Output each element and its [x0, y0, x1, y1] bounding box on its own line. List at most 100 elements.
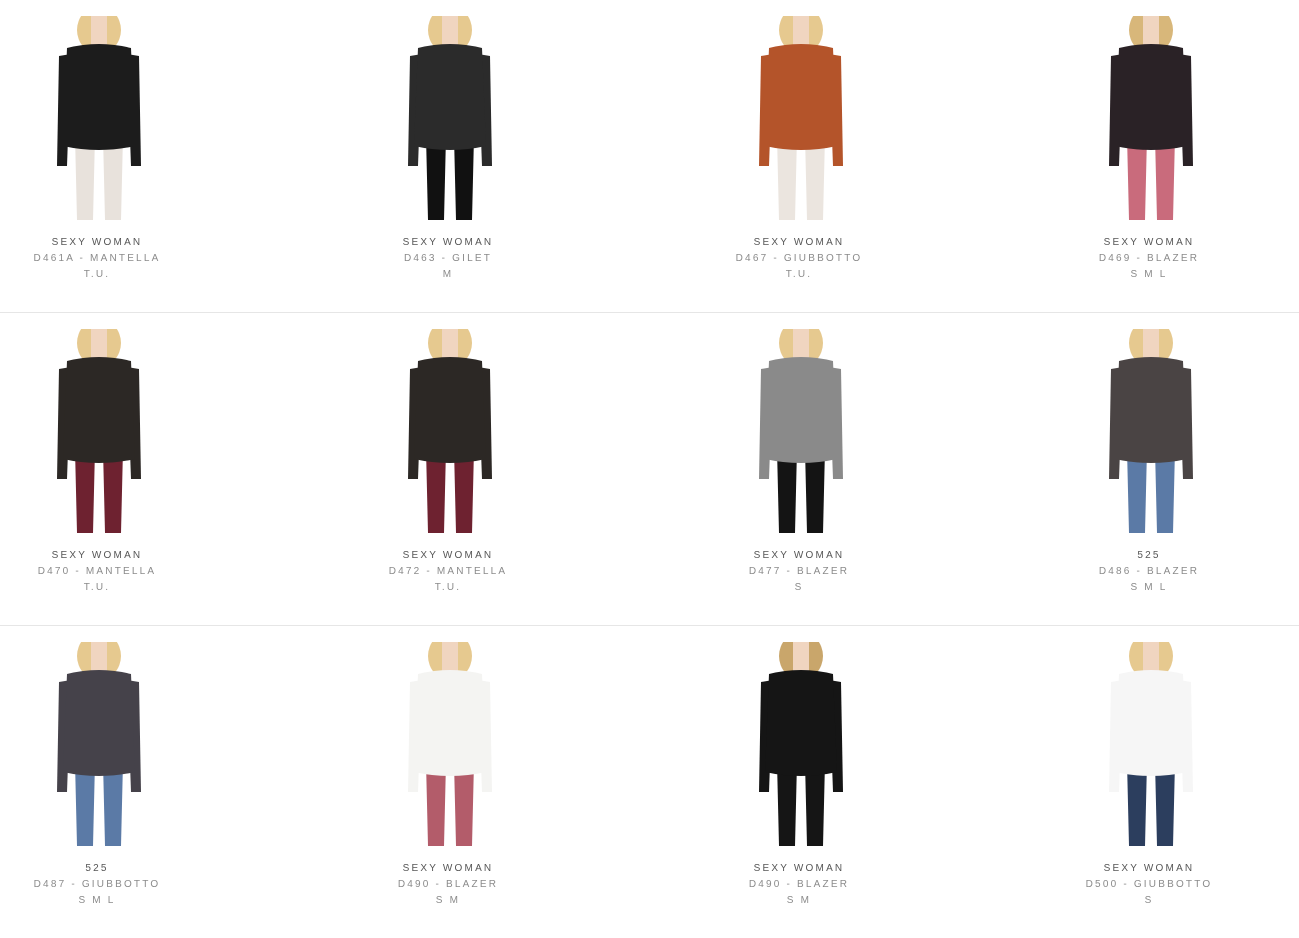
model-garment [63, 44, 135, 150]
product-image[interactable] [1089, 642, 1213, 846]
product-meta: SEXY WOMAN D470 - MANTELLA T.U. [0, 548, 197, 596]
product-code[interactable]: D467 - GIUBBOTTO [699, 251, 899, 267]
product-sizes: S [1144, 895, 1154, 906]
product-code[interactable]: D486 - BLAZER [1049, 564, 1249, 580]
product-row: 525 D487 - GIUBBOTTO S M L SEXY WOMAN D4… [0, 626, 1299, 938]
product-image[interactable] [37, 642, 161, 846]
product-code[interactable]: D500 - GIUBBOTTO [1049, 877, 1249, 893]
model-neck [793, 329, 809, 359]
product-brand[interactable]: SEXY WOMAN [348, 235, 548, 251]
product-row: SEXY WOMAN D470 - MANTELLA T.U. SEXY WOM… [0, 313, 1299, 626]
model-garment [1115, 44, 1187, 150]
product-brand[interactable]: SEXY WOMAN [699, 548, 899, 564]
product-sizes: M [442, 269, 454, 280]
product-brand[interactable]: SEXY WOMAN [699, 861, 899, 877]
product-card[interactable]: SEXY WOMAN D463 - GILET M [348, 0, 548, 312]
product-brand[interactable]: SEXY WOMAN [348, 548, 548, 564]
model-neck [793, 16, 809, 46]
model-garment [414, 44, 486, 150]
product-meta: 525 D486 - BLAZER S M L [1049, 548, 1249, 596]
product-image[interactable] [388, 642, 512, 846]
model-garment [414, 357, 486, 463]
product-meta: 525 D487 - GIUBBOTTO S M L [0, 861, 197, 909]
product-image[interactable] [37, 16, 161, 220]
product-code[interactable]: D469 - BLAZER [1049, 251, 1249, 267]
product-photo [1089, 16, 1213, 220]
product-meta: SEXY WOMAN D477 - BLAZER S [699, 548, 899, 596]
product-image[interactable] [1089, 329, 1213, 533]
product-photo [739, 642, 863, 846]
product-sizes: T.U. [83, 269, 111, 280]
model-garment [765, 44, 837, 150]
product-code[interactable]: D472 - MANTELLA [348, 564, 548, 580]
product-card[interactable]: SEXY WOMAN D490 - BLAZER S M [699, 626, 899, 938]
model-neck [1143, 642, 1159, 672]
product-photo [1089, 329, 1213, 533]
product-sizes: T.U. [785, 269, 813, 280]
product-card[interactable]: 525 D487 - GIUBBOTTO S M L [0, 626, 197, 938]
product-brand[interactable]: 525 [1049, 548, 1249, 564]
model-garment [765, 357, 837, 463]
model-neck [91, 642, 107, 672]
model-neck [442, 329, 458, 359]
product-code[interactable]: D490 - BLAZER [348, 877, 548, 893]
product-meta: SEXY WOMAN D461A - MANTELLA T.U. [0, 235, 197, 283]
product-brand[interactable]: 525 [0, 861, 197, 877]
product-photo [1089, 642, 1213, 846]
product-brand[interactable]: SEXY WOMAN [1049, 861, 1249, 877]
model-garment [1115, 357, 1187, 463]
product-card[interactable]: SEXY WOMAN D472 - MANTELLA T.U. [348, 313, 548, 625]
product-image[interactable] [739, 642, 863, 846]
product-photo [37, 642, 161, 846]
product-image[interactable] [388, 329, 512, 533]
product-meta: SEXY WOMAN D490 - BLAZER S M [348, 861, 548, 909]
product-card[interactable]: SEXY WOMAN D461A - MANTELLA T.U. [0, 0, 197, 312]
product-photo [388, 329, 512, 533]
product-image[interactable] [388, 16, 512, 220]
product-code[interactable]: D487 - GIUBBOTTO [0, 877, 197, 893]
product-card[interactable]: SEXY WOMAN D490 - BLAZER S M [348, 626, 548, 938]
product-image[interactable] [739, 329, 863, 533]
product-meta: SEXY WOMAN D463 - GILET M [348, 235, 548, 283]
product-card[interactable]: SEXY WOMAN D469 - BLAZER S M L [1049, 0, 1249, 312]
product-photo [388, 642, 512, 846]
model-neck [1143, 329, 1159, 359]
product-code[interactable]: D461A - MANTELLA [0, 251, 197, 267]
product-brand[interactable]: SEXY WOMAN [0, 548, 197, 564]
product-card[interactable]: SEXY WOMAN D477 - BLAZER S [699, 313, 899, 625]
product-brand[interactable]: SEXY WOMAN [699, 235, 899, 251]
product-code[interactable]: D470 - MANTELLA [0, 564, 197, 580]
product-code[interactable]: D463 - GILET [348, 251, 548, 267]
model-garment [414, 670, 486, 776]
product-photo [37, 16, 161, 220]
product-card[interactable]: SEXY WOMAN D470 - MANTELLA T.U. [0, 313, 197, 625]
product-brand[interactable]: SEXY WOMAN [348, 861, 548, 877]
product-card[interactable]: SEXY WOMAN D500 - GIUBBOTTO S [1049, 626, 1249, 938]
product-image[interactable] [739, 16, 863, 220]
product-image[interactable] [1089, 16, 1213, 220]
product-card[interactable]: 525 D486 - BLAZER S M L [1049, 313, 1249, 625]
product-code[interactable]: D490 - BLAZER [699, 877, 899, 893]
product-photo [739, 329, 863, 533]
model-neck [91, 16, 107, 46]
product-meta: SEXY WOMAN D490 - BLAZER S M [699, 861, 899, 909]
model-garment [1115, 670, 1187, 776]
product-meta: SEXY WOMAN D467 - GIUBBOTTO T.U. [699, 235, 899, 283]
model-garment [765, 670, 837, 776]
model-garment [63, 670, 135, 776]
product-photo [739, 16, 863, 220]
product-brand[interactable]: SEXY WOMAN [1049, 235, 1249, 251]
product-photo [388, 16, 512, 220]
product-photo [37, 329, 161, 533]
model-neck [1143, 16, 1159, 46]
product-card[interactable]: SEXY WOMAN D467 - GIUBBOTTO T.U. [699, 0, 899, 312]
product-image[interactable] [37, 329, 161, 533]
product-code[interactable]: D477 - BLAZER [699, 564, 899, 580]
model-neck [442, 642, 458, 672]
product-sizes: T.U. [434, 582, 462, 593]
product-brand[interactable]: SEXY WOMAN [0, 235, 197, 251]
product-grid: SEXY WOMAN D461A - MANTELLA T.U. SEXY WO… [0, 0, 1299, 938]
product-sizes: T.U. [83, 582, 111, 593]
product-sizes: S M [786, 895, 812, 906]
model-neck [793, 642, 809, 672]
